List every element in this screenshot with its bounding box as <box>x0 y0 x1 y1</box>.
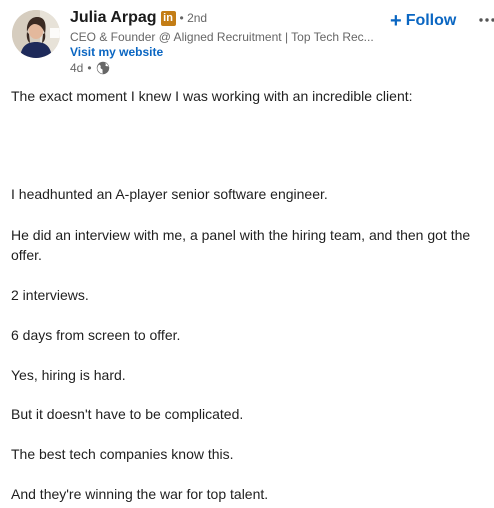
follow-label: Follow <box>405 12 457 29</box>
post-paragraph: Yes, hiring is hard. <box>11 367 126 383</box>
plus-icon: + <box>390 10 402 32</box>
linkedin-premium-badge-icon: in <box>160 10 176 26</box>
post-paragraph: 6 days from screen to offer. <box>11 327 181 343</box>
author-headline: CEO & Founder @ Aligned Recruitment | To… <box>70 30 374 44</box>
post-paragraph: The best tech companies know this. <box>11 446 234 462</box>
visit-website-link[interactable]: Visit my website <box>70 45 430 59</box>
avatar-photo <box>12 10 60 58</box>
post-timestamp-row: 4d • <box>70 61 430 75</box>
globe-icon <box>96 61 110 75</box>
time-separator: • <box>87 61 92 75</box>
post-paragraph: I headhunted an A-player senior software… <box>11 186 328 202</box>
feed-post: Julia Arpag in • 2nd CEO & Founder @ Ali… <box>0 0 494 508</box>
post-time: 4d <box>70 61 84 75</box>
author-meta: Julia Arpag in • 2nd CEO & Founder @ Ali… <box>70 8 430 75</box>
author-name-row: Julia Arpag in • 2nd <box>70 8 430 28</box>
follow-button[interactable]: + Follow <box>390 10 457 32</box>
more-horizontal-icon <box>479 18 494 22</box>
more-options-button[interactable] <box>477 10 494 30</box>
post-paragraph: The exact moment I knew I was working wi… <box>11 88 413 104</box>
connection-degree: • 2nd <box>179 11 208 25</box>
author-avatar[interactable] <box>12 10 60 58</box>
post-header: Julia Arpag in • 2nd CEO & Founder @ Ali… <box>12 8 494 78</box>
post-paragraph: He did an interview with me, a panel wit… <box>11 227 471 263</box>
post-paragraph: 2 interviews. <box>11 287 89 303</box>
post-paragraph: But it doesn't have to be complicated. <box>11 406 244 422</box>
post-paragraph: And they're winning the war for top tale… <box>11 486 269 502</box>
author-name[interactable]: Julia Arpag <box>70 9 157 27</box>
